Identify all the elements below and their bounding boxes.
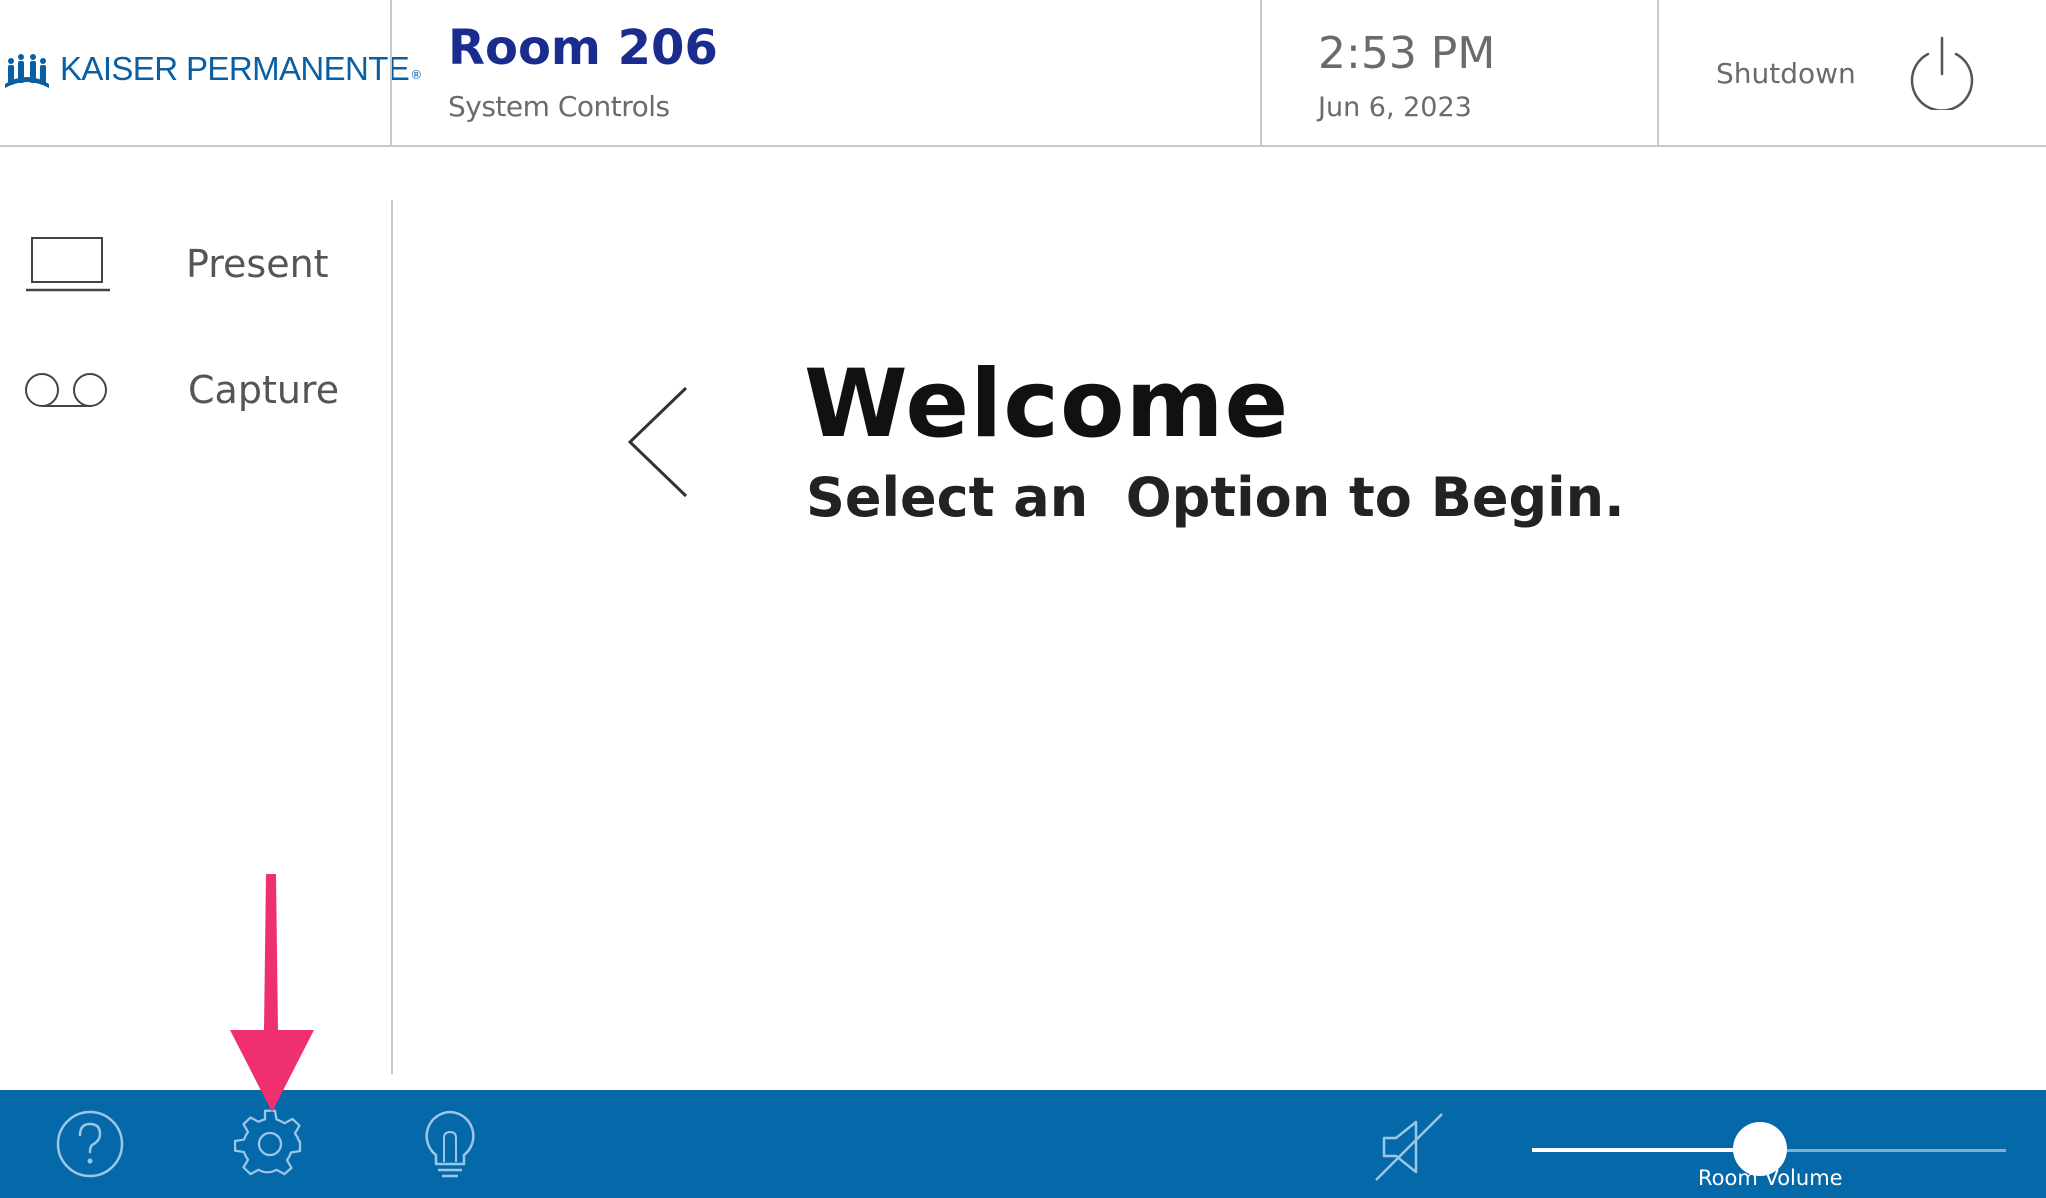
kp-logo-icon [5, 54, 49, 88]
welcome-subtitle: Select an Option to Begin. [806, 466, 1625, 529]
sidebar-item-label: Capture [188, 368, 340, 412]
chevron-left-icon [627, 386, 688, 498]
shutdown-button[interactable] [1906, 34, 1978, 112]
room-title: Room 206 [448, 20, 718, 76]
header-divider [390, 0, 392, 146]
back-button[interactable] [624, 384, 690, 500]
lightbulb-icon [425, 1110, 475, 1178]
mute-button[interactable] [1372, 1110, 1444, 1186]
laptop-icon [26, 237, 110, 292]
volume-label: Room Volume [1698, 1166, 1843, 1190]
annotation-arrow-icon [230, 874, 314, 1112]
sidebar-item-capture[interactable]: Capture [0, 348, 380, 438]
header-divider [1260, 0, 1262, 146]
power-icon [1910, 36, 1974, 112]
sidebar-item-present[interactable]: Present [0, 220, 380, 310]
speaker-mute-icon [1375, 1113, 1443, 1181]
kp-logo: KAISER PERMANENTE ® [4, 46, 422, 92]
volume-slider-fill [1532, 1148, 1760, 1152]
sidebar-item-label: Present [186, 242, 329, 286]
clock-date: Jun 6, 2023 [1318, 92, 1472, 123]
gear-icon [233, 1109, 302, 1176]
header-bar: KAISER PERMANENTE ® Room 206 System Cont… [0, 0, 2046, 147]
settings-button[interactable] [233, 1108, 306, 1184]
header-divider [1657, 0, 1659, 146]
logo-registered-mark: ® [410, 68, 423, 82]
sidebar-divider [391, 200, 393, 1074]
welcome-title: Welcome [804, 350, 1290, 459]
help-button[interactable] [54, 1108, 126, 1184]
voicemail-icon [25, 373, 107, 407]
clock-time: 2:53 PM [1318, 28, 1496, 79]
lighting-button[interactable] [420, 1108, 480, 1184]
room-subtitle: System Controls [448, 90, 670, 123]
help-icon [56, 1110, 124, 1178]
shutdown-label[interactable]: Shutdown [1716, 57, 1856, 90]
logo-text: KAISER PERMANENTE [60, 50, 410, 87]
